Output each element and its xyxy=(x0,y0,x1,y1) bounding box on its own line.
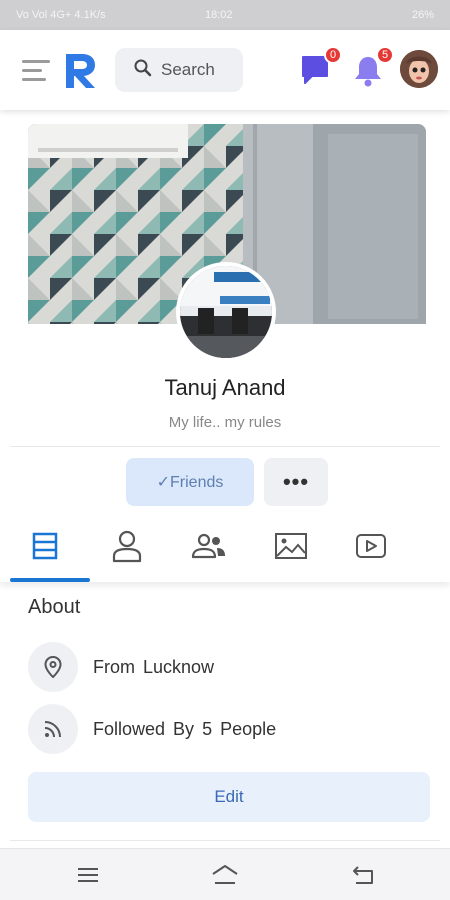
edit-button[interactable]: Edit xyxy=(28,772,430,822)
info-row-from: From Lucknow xyxy=(28,642,214,692)
tab-about[interactable] xyxy=(86,512,168,580)
messages-badge: 0 xyxy=(324,46,342,64)
location-icon xyxy=(28,642,78,692)
person-icon xyxy=(112,530,142,563)
search-input[interactable] xyxy=(161,60,241,80)
avatar[interactable] xyxy=(400,50,438,88)
photos-icon xyxy=(275,533,307,559)
profile-bio: My life.. my rules xyxy=(168,414,282,431)
friends-icon xyxy=(191,533,225,559)
tab-timeline[interactable] xyxy=(4,512,86,580)
rss-icon xyxy=(28,704,78,754)
tab-photos[interactable] xyxy=(250,512,332,580)
app-header: 0 5 xyxy=(0,30,450,110)
timeline-icon xyxy=(32,532,58,560)
profile-tabs xyxy=(0,512,450,582)
notifications-badge: 5 xyxy=(376,46,394,64)
more-options-button[interactable]: ••• xyxy=(264,458,328,506)
notifications-button[interactable]: 5 xyxy=(352,46,394,88)
from-label: From xyxy=(93,656,135,677)
status-bar: Vo Vol 4G+ 4.1K/s 18:02 26% xyxy=(0,0,450,30)
status-left: Vo Vol 4G+ 4.1K/s xyxy=(16,9,106,21)
app-logo[interactable] xyxy=(62,50,98,90)
divider xyxy=(10,840,440,841)
about-heading: About xyxy=(28,596,81,618)
menu-icon[interactable] xyxy=(22,60,50,82)
divider xyxy=(10,446,440,447)
recent-apps-icon[interactable] xyxy=(76,863,106,887)
search-bar[interactable] xyxy=(115,48,243,92)
friends-button[interactable]: ✓Friends xyxy=(126,458,254,506)
profile-name: Tanuj Anand xyxy=(164,375,286,400)
followed-count: 5 xyxy=(202,718,213,739)
system-nav-bar xyxy=(0,848,450,900)
active-tab-indicator xyxy=(10,578,90,582)
info-row-followers: Followed By 5 People xyxy=(28,704,276,754)
tab-videos[interactable] xyxy=(330,512,412,580)
messages-button[interactable]: 0 xyxy=(300,46,342,88)
from-value: Lucknow xyxy=(143,656,215,677)
status-time: 18:02 xyxy=(205,9,233,21)
search-icon xyxy=(133,58,153,83)
home-icon[interactable] xyxy=(210,863,240,887)
profile-picture[interactable] xyxy=(176,262,276,362)
battery-level: 26% xyxy=(411,9,434,21)
tab-friends[interactable] xyxy=(168,512,250,580)
followed-suffix: People xyxy=(220,718,277,739)
back-icon[interactable] xyxy=(350,863,380,887)
followed-label: Followed By xyxy=(93,718,195,739)
videos-icon xyxy=(356,534,386,558)
